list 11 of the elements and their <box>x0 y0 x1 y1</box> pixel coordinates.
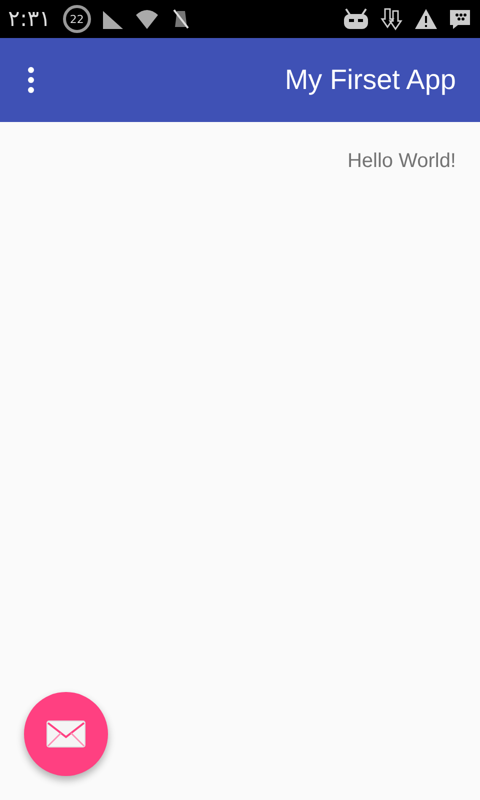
mail-fab[interactable] <box>24 692 108 776</box>
wifi-icon <box>134 7 159 31</box>
envelope-icon <box>46 720 86 748</box>
chat-icon <box>448 7 472 31</box>
status-time: ٢:٣١ <box>8 6 51 32</box>
notification-count: 22 <box>62 5 91 33</box>
download-icon <box>380 7 404 31</box>
warning-icon <box>414 7 438 31</box>
robot-icon <box>342 7 370 31</box>
hello-text: Hello World! <box>347 150 456 173</box>
app-title: My Firset App <box>284 64 456 96</box>
